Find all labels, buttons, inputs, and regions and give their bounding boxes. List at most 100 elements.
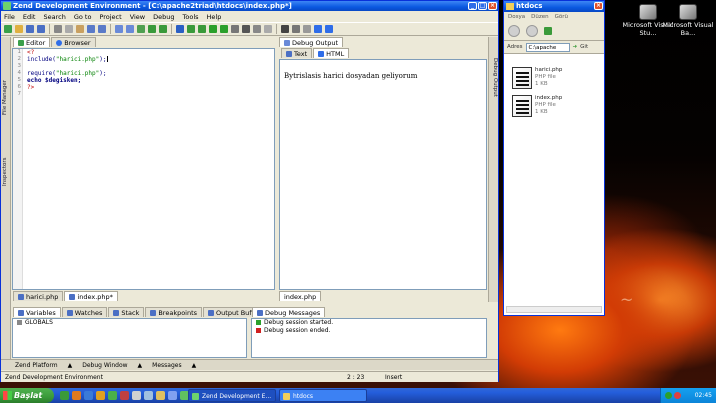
profile-icon[interactable]: [264, 25, 272, 33]
close-button[interactable]: ×: [488, 2, 497, 10]
run-icon[interactable]: [209, 25, 217, 33]
back-icon[interactable]: [508, 25, 520, 37]
app-icon[interactable]: [168, 391, 177, 400]
cvs-icon[interactable]: [292, 25, 300, 33]
menu-goto[interactable]: Go to: [74, 13, 92, 21]
tab-editor[interactable]: Editor: [13, 37, 51, 47]
messenger-icon[interactable]: [108, 391, 117, 400]
message-row[interactable]: Debug session ended.: [252, 327, 486, 335]
chevron-up-icon[interactable]: ▲: [138, 362, 143, 369]
find-icon[interactable]: [115, 25, 123, 33]
tab-debug-messages[interactable]: Debug Messages: [252, 307, 326, 317]
redo-icon[interactable]: [98, 25, 106, 33]
firefox-icon[interactable]: [72, 391, 81, 400]
tab-variables[interactable]: Variables: [13, 307, 61, 317]
maximize-button[interactable]: □: [478, 2, 487, 10]
step-up-icon[interactable]: [187, 25, 195, 33]
cut-icon[interactable]: [54, 25, 62, 33]
clock[interactable]: 02:45: [695, 392, 712, 399]
app-icon[interactable]: [132, 391, 141, 400]
run-to-cursor-icon[interactable]: [220, 25, 228, 33]
analyze-icon[interactable]: [281, 25, 289, 33]
debug-panel-tabs: Variables Watches Stack Breakpoints Outp…: [13, 307, 266, 317]
file-item-index[interactable]: index.php PHP file 1 KB: [512, 95, 602, 119]
go-button[interactable]: Git: [580, 44, 588, 50]
go-arrow-icon[interactable]: ➜: [573, 44, 578, 50]
start-button[interactable]: Başlat: [0, 388, 54, 403]
save-all-icon[interactable]: [37, 25, 45, 33]
menu-file[interactable]: File: [4, 13, 15, 21]
chevron-up-icon[interactable]: ▲: [68, 362, 73, 369]
file-item-harici[interactable]: harici.php PHP file 1 KB: [512, 67, 602, 91]
media-player-icon[interactable]: [96, 391, 105, 400]
preferences-icon[interactable]: [303, 25, 311, 33]
undo-icon[interactable]: [87, 25, 95, 33]
back-arrow-icon[interactable]: [148, 25, 156, 33]
debug-output-tab[interactable]: Debug Output: [279, 37, 344, 47]
tab-html[interactable]: HTML: [313, 48, 350, 58]
message-row[interactable]: Debug session started.: [252, 319, 486, 327]
address-input[interactable]: C:\apache: [525, 42, 570, 52]
debug-url-icon[interactable]: [253, 25, 261, 33]
menu-debug[interactable]: Debug: [153, 13, 174, 21]
save-icon[interactable]: [26, 25, 34, 33]
taskbar-button-htdocs[interactable]: htdocs: [279, 389, 367, 402]
help-icon[interactable]: [314, 25, 322, 33]
new-file-icon[interactable]: [4, 25, 12, 33]
security-icon[interactable]: [674, 392, 681, 399]
menu-help[interactable]: Help: [207, 13, 222, 21]
tab-breakpoints[interactable]: Breakpoints: [145, 307, 203, 317]
bookmark-icon[interactable]: [137, 25, 145, 33]
taskbar-button-zend[interactable]: Zend Development E...: [188, 389, 276, 402]
app-icon[interactable]: [144, 391, 153, 400]
app-icon[interactable]: [156, 391, 165, 400]
paste-icon[interactable]: [76, 25, 84, 33]
context-help-icon[interactable]: [325, 25, 333, 33]
debug-window-tab[interactable]: Debug Window: [82, 362, 127, 369]
tree-row-globals[interactable]: GLOBALS: [13, 319, 246, 327]
up-folder-icon[interactable]: [544, 27, 552, 35]
explorer-menu-file[interactable]: Dosya: [508, 12, 525, 22]
chevron-up-icon[interactable]: ▲: [192, 362, 197, 369]
explorer-close-button[interactable]: ×: [594, 2, 603, 10]
stop-icon[interactable]: [242, 25, 250, 33]
tab-browser[interactable]: Browser: [51, 37, 96, 47]
file-tab-harici[interactable]: harici.php: [13, 291, 64, 301]
step-icon[interactable]: [176, 25, 184, 33]
forward-arrow-icon[interactable]: [159, 25, 167, 33]
tab-watches[interactable]: Watches: [61, 307, 108, 317]
explorer-menu-edit[interactable]: Düzen: [531, 12, 548, 22]
outlook-icon[interactable]: [120, 391, 129, 400]
menu-tools[interactable]: Tools: [183, 13, 199, 21]
menu-edit[interactable]: Edit: [23, 13, 36, 21]
network-icon[interactable]: [665, 392, 672, 399]
debug-output-side-tab[interactable]: Debug Output: [490, 47, 498, 107]
explorer-menu-view[interactable]: Görü: [555, 12, 568, 22]
tab-stack[interactable]: Stack: [108, 307, 145, 317]
menu-search[interactable]: Search: [43, 13, 65, 21]
code-editor[interactable]: 1 2 3 4 5 6 7 <? include("harici.php"); …: [12, 48, 275, 290]
step-down-icon[interactable]: [198, 25, 206, 33]
forward-icon[interactable]: [526, 25, 538, 37]
explorer-titlebar[interactable]: htdocs ×: [504, 1, 604, 12]
inspectors-tab[interactable]: Inspectors: [2, 147, 10, 197]
menu-project[interactable]: Project: [99, 13, 121, 21]
debug-file-tab-index[interactable]: index.php: [279, 291, 322, 301]
zend-platform-tab[interactable]: Zend Platform: [15, 362, 58, 369]
replace-icon[interactable]: [126, 25, 134, 33]
desktop-icon-visual-basic[interactable]: Microsoft Visual Ba...: [660, 4, 716, 37]
show-desktop-icon[interactable]: [60, 391, 69, 400]
open-folder-icon[interactable]: [15, 25, 23, 33]
file-size: 1 KB: [535, 109, 548, 115]
file-tab-index[interactable]: index.php*: [64, 291, 118, 301]
tab-text[interactable]: Text: [281, 48, 313, 58]
pause-icon[interactable]: [231, 25, 239, 33]
file-manager-tab[interactable]: File Manager: [2, 67, 10, 127]
messages-tab[interactable]: Messages: [152, 362, 181, 369]
horizontal-scrollbar[interactable]: [506, 306, 602, 313]
internet-explorer-icon[interactable]: [84, 391, 93, 400]
menu-view[interactable]: View: [130, 13, 145, 21]
zend-titlebar[interactable]: Zend Development Environment - [C:\apach…: [1, 1, 498, 11]
minimize-button[interactable]: _: [468, 2, 477, 10]
copy-icon[interactable]: [65, 25, 73, 33]
